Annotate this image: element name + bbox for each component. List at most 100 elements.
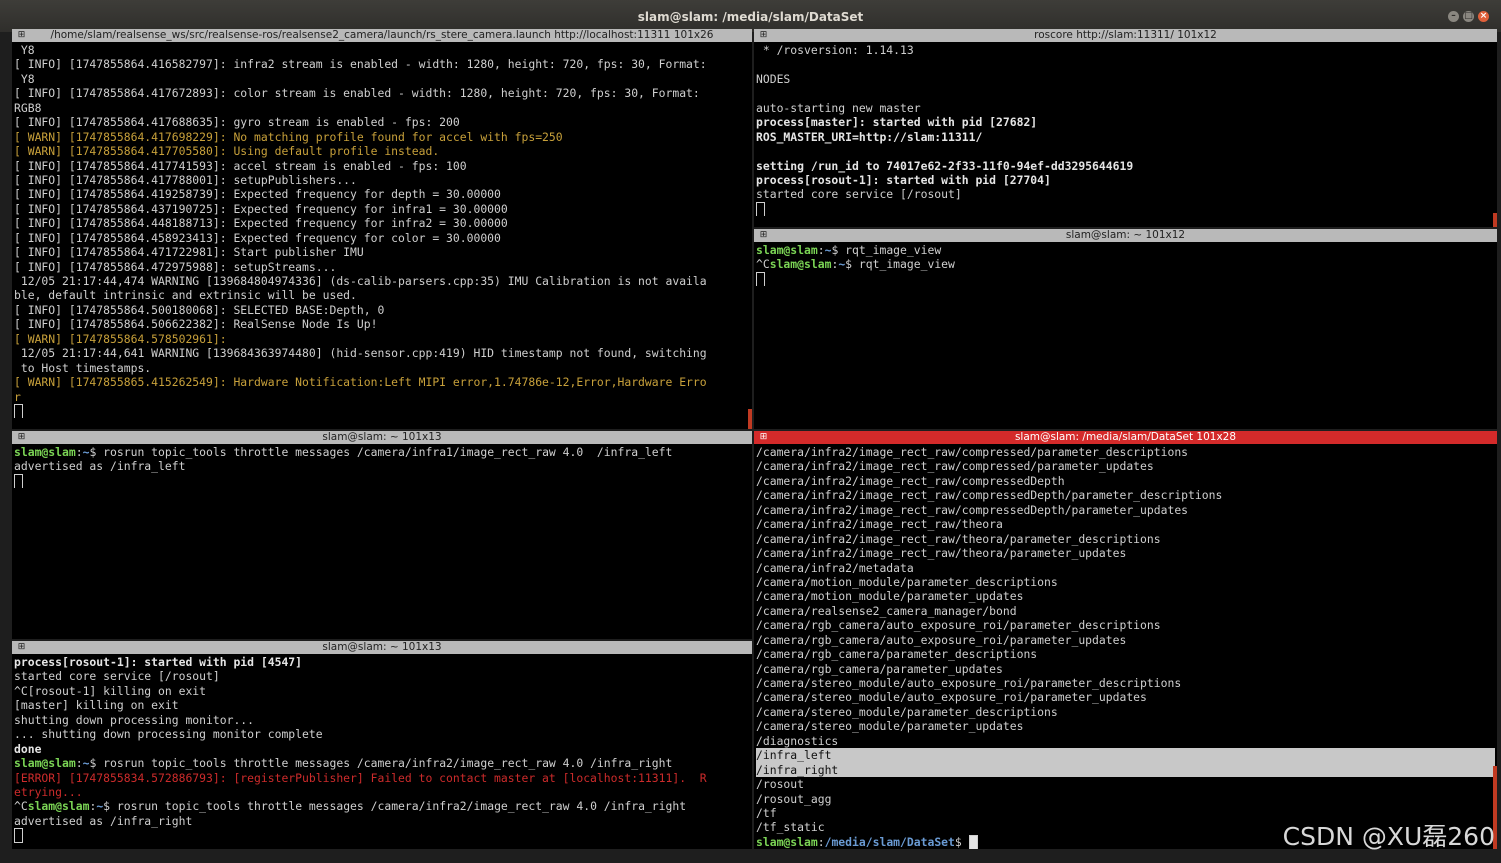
terminal-line: NODES (756, 71, 791, 86)
terminal-line: /camera/infra2/image_rect_raw/compressed… (756, 473, 1065, 488)
terminal-line: shutting down processing monitor... (14, 712, 255, 727)
command-text: $ rosrun topic_tools throttle messages /… (89, 445, 673, 459)
terminal-line: process[master]: started with pid [27682… (756, 115, 1038, 130)
terminal-line: slam@slam:~$ rosrun topic_tools throttle… (14, 756, 673, 771)
terminal-line: /rosout (756, 777, 805, 792)
terminal-line: [ INFO] [1747855864.472975988]: setupStr… (14, 259, 337, 274)
terminal-line: setting /run_id to 74017e62-2f33-11f0-94… (756, 158, 1134, 173)
text-cursor[interactable] (14, 473, 23, 489)
terminal-line: /diagnostics (756, 733, 839, 748)
terminal-line: advertised as /infra_left (14, 459, 186, 474)
pane-title: slam@slam: ~ 101x13 (322, 641, 442, 653)
terminal-output[interactable]: Y8[ INFO] [1747855864.416582797]: infra2… (14, 43, 750, 429)
ctrl-c-text: ^C (756, 257, 770, 272)
terminal-line: advertised as /infra_right (14, 813, 193, 828)
terminal-line: started core service [/rosout] (14, 669, 220, 684)
terminal-line: to Host timestamps. (14, 360, 152, 375)
terminal-pane-icon[interactable]: ⊞ (759, 31, 768, 40)
terminal-pane-throttle-left[interactable]: ⊞ slam@slam: ~ 101x13 slam@slam:~$ rosru… (12, 431, 752, 639)
terminal-line: [ INFO] [1747855864.458923413]: Expected… (14, 230, 501, 245)
terminal-pane-throttle-right[interactable]: ⊞ slam@slam: ~ 101x13 process[rosout-1]:… (12, 641, 752, 849)
terminal-line (14, 403, 750, 419)
terminal-pane-dataset[interactable]: ⊞ slam@slam: /media/slam/DataSet 101x28 … (754, 431, 1497, 849)
terminal-line: [ INFO] [1747855864.437190725]: Expected… (14, 201, 508, 216)
terminal-line: 12/05 21:17:44,641 WARNING [139684363974… (14, 346, 707, 361)
terminal-line: [ WARN] [1747855864.578502961]: (14, 331, 227, 346)
scrollbar[interactable] (748, 409, 752, 429)
window-title: slam@slam: /media/slam/DataSet (637, 10, 864, 24)
pane-title: roscore http://slam:11311/ 101x12 (1034, 29, 1217, 41)
minimize-button[interactable]: – (1448, 11, 1459, 22)
terminal-line: ^C[rosout-1] killing on exit (14, 683, 207, 698)
terminal-line: 12/05 21:17:44,474 WARNING [139684804974… (14, 274, 707, 288)
terminal-output[interactable]: slam@slam:~$ rosrun topic_tools throttle… (14, 445, 750, 639)
terminal-line (756, 271, 1495, 287)
scrollbar[interactable] (1493, 213, 1497, 227)
text-cursor[interactable] (968, 834, 978, 849)
terminal-pane-icon[interactable]: ⊞ (759, 231, 768, 240)
terminal-line: Y8 (14, 71, 35, 86)
pane-title: slam@slam: ~ 101x13 (322, 431, 442, 443)
terminal-log: process[rosout-1]: started with pid [454… (14, 655, 750, 756)
pane-title: slam@slam: ~ 101x12 (1065, 229, 1186, 241)
terminal-line: /camera/rgb_camera/parameter_updates (756, 661, 1003, 676)
text-cursor[interactable] (756, 201, 765, 217)
maximize-button[interactable]: □ (1463, 11, 1474, 22)
terminal-output[interactable]: slam@slam:~$ rqt_image_view ^Cslam@slam:… (756, 243, 1495, 429)
terminal-pane-icon[interactable]: ⊞ (17, 643, 26, 652)
terminal-line: /camera/motion_module/parameter_descript… (756, 574, 1058, 589)
terminal-line: RGB8 (14, 100, 42, 115)
terminal-pane-launch[interactable]: ⊞ /home/slam/realsense_ws/src/realsense-… (12, 29, 752, 429)
terminal-output[interactable]: * /rosversion: 1.14.13 NODES auto-starting… (756, 43, 1495, 227)
command-text: $ rqt_image_view (845, 257, 955, 272)
terminal-line: /camera/infra2/image_rect_raw/compressed… (756, 445, 1189, 459)
pane-title: slam@slam: /media/slam/DataSet 101x28 (1014, 431, 1237, 443)
pane-header: ⊞ roscore http://slam:11311/ 101x12 (754, 29, 1497, 42)
terminal-line: ^Cslam@slam:~$ rqt_image_view (756, 257, 955, 272)
terminal-output[interactable]: /camera/infra2/image_rect_raw/compressed… (756, 445, 1495, 849)
window-titlebar: slam@slam: /media/slam/DataSet – □ × (0, 0, 1501, 32)
prompt-user: slam@slam (756, 243, 818, 257)
command-text: $ rosrun topic_tools throttle messages /… (103, 799, 687, 814)
terminal-line: process[rosout-1]: started with pid [277… (756, 172, 1051, 187)
terminal-line: ^Cslam@slam:~$ rosrun topic_tools thrott… (14, 799, 687, 814)
terminal-line: auto-starting new master (756, 100, 921, 115)
terminal-pane-icon[interactable]: ⊞ (759, 433, 768, 442)
pane-title: /home/slam/realsense_ws/src/realsense-ro… (50, 29, 714, 41)
terminal-pane-rqt[interactable]: ⊞ slam@slam: ~ 101x12 slam@slam:~$ rqt_i… (754, 229, 1497, 429)
terminal-line: done (14, 741, 42, 756)
terminal-pane-roscore[interactable]: ⊞ roscore http://slam:11311/ 101x12 * /r… (754, 29, 1497, 227)
terminal-pane-icon[interactable]: ⊞ (17, 31, 26, 40)
terminal-line: /camera/infra2/image_rect_raw/compressed… (756, 488, 1223, 503)
terminal-line: /camera/stereo_module/auto_exposure_roi/… (756, 676, 1182, 690)
terminal-line: [ WARN] [1747855865.415262549]: Hardware… (14, 375, 707, 390)
terminal-line: [ INFO] [1747855864.506622382]: RealSens… (14, 317, 378, 332)
terminal-line: [ INFO] [1747855864.416582797]: infra2 s… (14, 57, 707, 72)
prompt-user: slam@slam (14, 445, 76, 459)
terminal-line: /camera/infra2/image_rect_raw/compressed… (756, 459, 1154, 474)
text-cursor[interactable] (756, 271, 765, 287)
pane-header: ⊞ slam@slam: ~ 101x13 (12, 431, 752, 444)
prompt-user: slam@slam (769, 257, 832, 272)
terminal-output[interactable]: process[rosout-1]: started with pid [454… (14, 655, 750, 849)
terminal-line: /camera/infra2/image_rect_raw/theora/par… (756, 531, 1161, 546)
text-cursor[interactable] (14, 403, 23, 419)
terminal-line: [ INFO] [1747855864.471722981]: Start pu… (14, 245, 364, 260)
terminal-line (14, 473, 750, 489)
close-button[interactable]: × (1478, 11, 1489, 22)
terminal-line: slam@slam:~$ rosrun topic_tools throttle… (14, 445, 673, 459)
command-text: $ rqt_image_view (831, 243, 942, 257)
terminal-line: ROS_MASTER_URI=http://slam:11311/ (756, 129, 983, 144)
pane-header: ⊞ slam@slam: ~ 101x12 (754, 229, 1497, 242)
terminal-line: Y8 (14, 43, 35, 57)
terminal-line: [ INFO] [1747855864.500180068]: SELECTED… (14, 302, 385, 317)
terminal-pane-icon[interactable]: ⊞ (17, 433, 26, 442)
terminal-line: /rosout_agg (756, 791, 832, 806)
terminal-line: /camera/realsense2_camera_manager/bond (756, 603, 1017, 618)
command-text: $ rosrun topic_tools throttle messages /… (89, 756, 673, 771)
terminal-line: /camera/rgb_camera/parameter_description… (756, 647, 1038, 662)
terminal-line: /camera/rgb_camera/auto_exposure_roi/par… (756, 618, 1161, 633)
text-cursor[interactable] (14, 828, 23, 843)
terminal-line (756, 201, 1495, 217)
